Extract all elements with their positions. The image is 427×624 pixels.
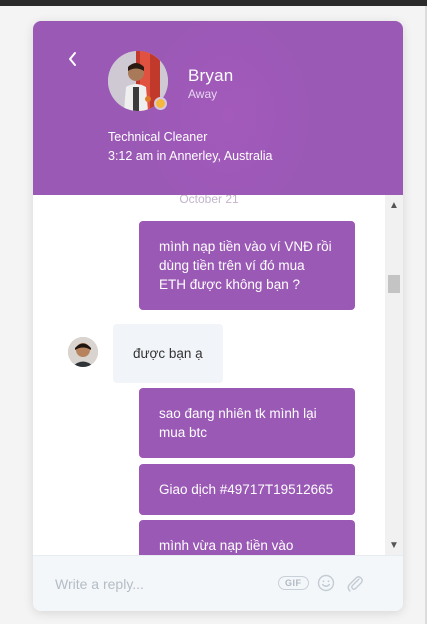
chevron-left-icon — [69, 52, 76, 66]
browser-top-bar — [0, 0, 427, 6]
message-bubble-outgoing: Giao dịch #49717T19512665 — [139, 464, 355, 515]
user-name: Bryan — [188, 66, 234, 85]
user-job-title: Technical Cleaner — [108, 130, 208, 144]
scroll-down-arrow-icon[interactable]: ▼ — [389, 541, 399, 551]
chat-widget: Bryan Away Technical Cleaner 3:12 am in … — [33, 21, 403, 611]
conversation-pane[interactable]: October 21 mình nạp tiền vào ví VNĐ rồi … — [33, 195, 403, 555]
back-button[interactable] — [63, 49, 83, 69]
message-bubble-incoming: được bạn ạ — [113, 324, 223, 383]
message-bubble-outgoing: sao đang nhiên tk mình lại mua btc — [139, 388, 355, 458]
date-separator: October 21 — [179, 195, 239, 206]
user-local-time: 3:12 am in Annerley, Australia — [108, 149, 273, 163]
attach-button[interactable] — [346, 573, 364, 598]
header-background-glow — [143, 21, 313, 195]
scroll-thumb[interactable] — [388, 275, 400, 293]
emoji-button[interactable] — [317, 574, 335, 597]
gif-button[interactable]: GIF — [278, 576, 309, 590]
conversation-scrollbar[interactable]: ▲ ▼ — [385, 195, 403, 555]
reply-input[interactable] — [53, 572, 267, 596]
chat-header: Bryan Away Technical Cleaner 3:12 am in … — [33, 21, 403, 195]
paperclip-icon — [347, 576, 363, 592]
scroll-up-arrow-icon[interactable]: ▲ — [389, 201, 399, 211]
message-bubble-outgoing: mình vừa nạp tiền vào — [139, 520, 355, 555]
away-status-dot — [154, 97, 167, 110]
agent-avatar — [68, 337, 98, 367]
emoji-icon — [317, 574, 335, 592]
user-status: Away — [188, 87, 218, 101]
message-bubble-outgoing: mình nạp tiền vào ví VNĐ rồi dùng tiền t… — [139, 221, 355, 310]
composer: GIF — [33, 555, 403, 611]
